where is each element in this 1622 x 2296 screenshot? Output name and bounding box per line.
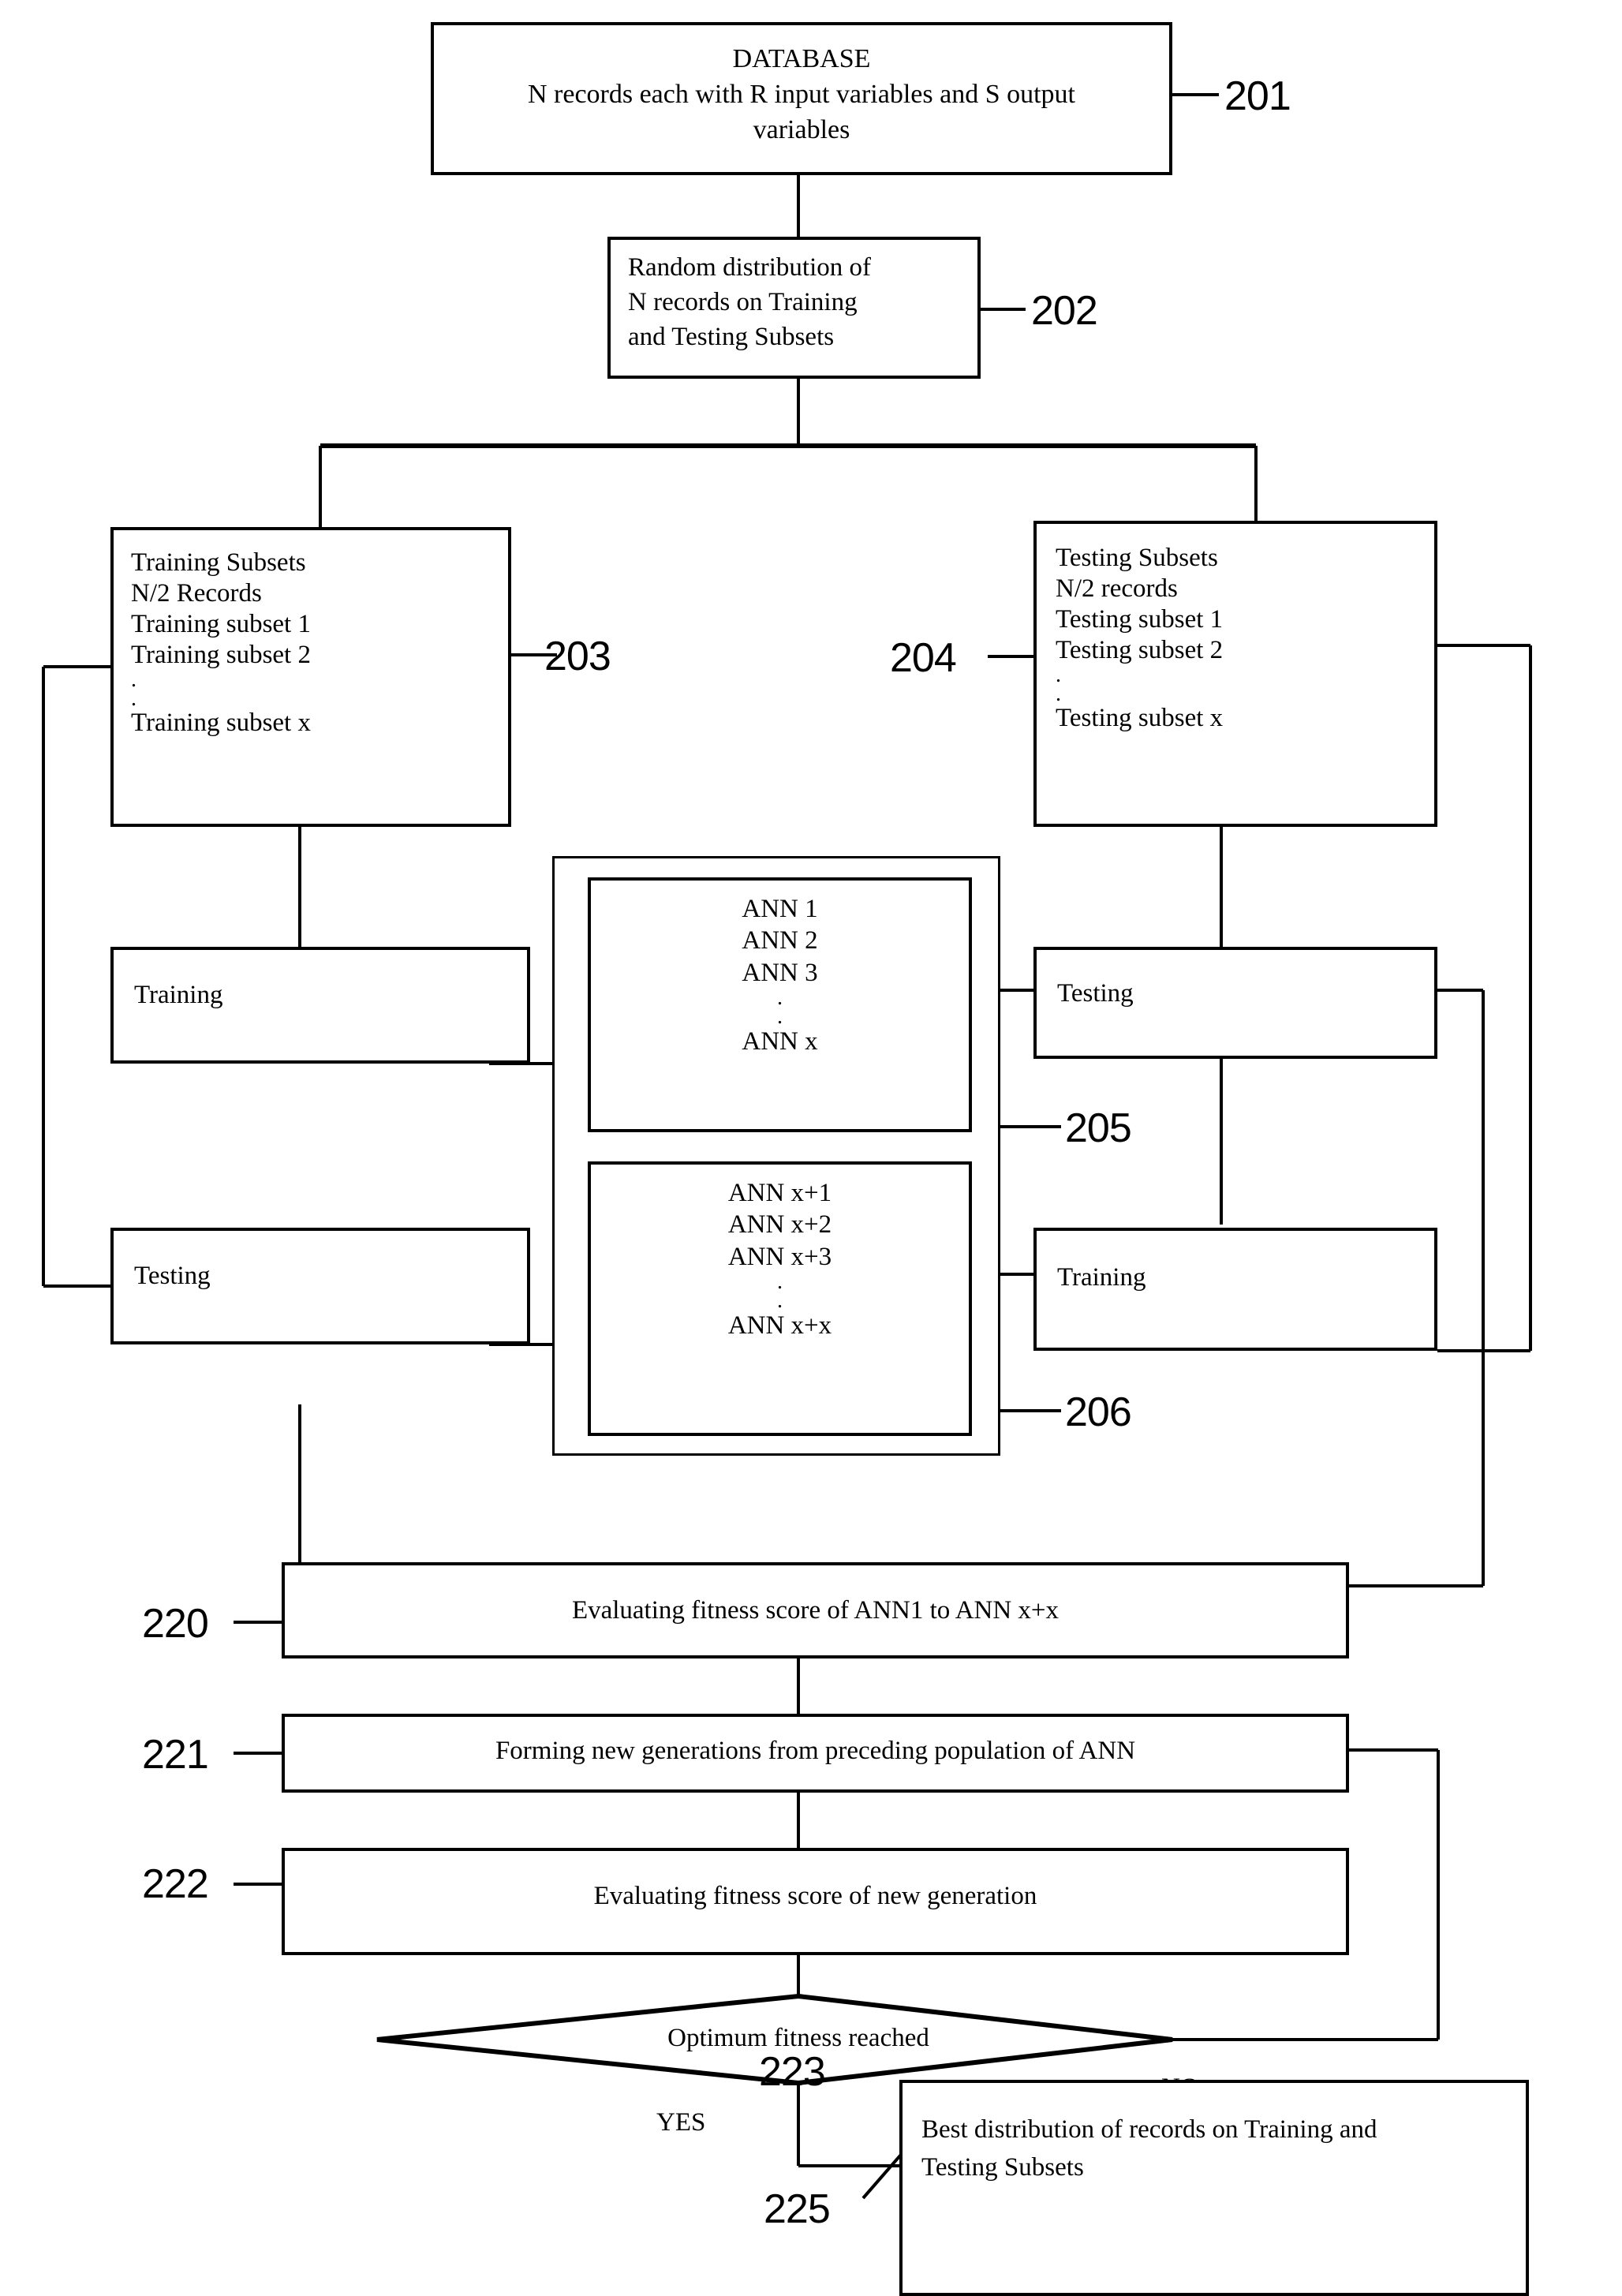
ref-201: 201 bbox=[1224, 73, 1291, 119]
ref-221: 221 bbox=[142, 1732, 209, 1778]
ref-204: 204 bbox=[890, 635, 957, 681]
flowchart-canvas: DATABASE N records each with R input vari… bbox=[0, 0, 1622, 2296]
left-testing-label: Testing bbox=[134, 1262, 211, 1290]
ann-group-2-text: ANN x+1 ANN x+2 ANN x+3.. ANN x+x bbox=[727, 1179, 832, 1341]
right-testing-label: Testing bbox=[1057, 979, 1134, 1008]
ref-203-text: 203 bbox=[544, 634, 611, 679]
ann-group-1-text: ANN 1 ANN 2 ANN 3.. ANN x bbox=[742, 895, 818, 1056]
evaluate-fitness-label: Evaluating fitness score of ANN1 to ANN … bbox=[571, 1596, 1060, 1625]
ref-225: 225 bbox=[764, 2186, 831, 2232]
training-subsets-text: Training Subsets N/2 Records Training subs… bbox=[131, 548, 311, 738]
evaluate-new-generation-label: Evaluating fitness score of new generati… bbox=[593, 1882, 1037, 1910]
ref-222: 222 bbox=[142, 1861, 209, 1907]
ref-206: 206 bbox=[1065, 1389, 1132, 1435]
ref-202: 202 bbox=[1031, 288, 1098, 334]
ref-220: 220 bbox=[142, 1601, 209, 1647]
ref-205: 205 bbox=[1065, 1105, 1132, 1151]
random-distribution-text: Random distribution of N records on Train… bbox=[628, 253, 871, 351]
database-text: DATABASE N records each with R input vari… bbox=[527, 44, 1075, 145]
form-generations-label: Forming new generations from preceding p… bbox=[495, 1737, 1136, 1765]
left-training-label: Training bbox=[134, 981, 223, 1009]
ref-223: 223 bbox=[759, 2049, 826, 2095]
best-distribution-text: Best distribution of records on Training… bbox=[921, 2115, 1377, 2182]
right-training-label: Training bbox=[1057, 1263, 1146, 1292]
testing-subsets-text: Testing Subsets N/2 records Testing subset… bbox=[1056, 544, 1224, 733]
edge-label-yes: YES bbox=[656, 2108, 706, 2137]
